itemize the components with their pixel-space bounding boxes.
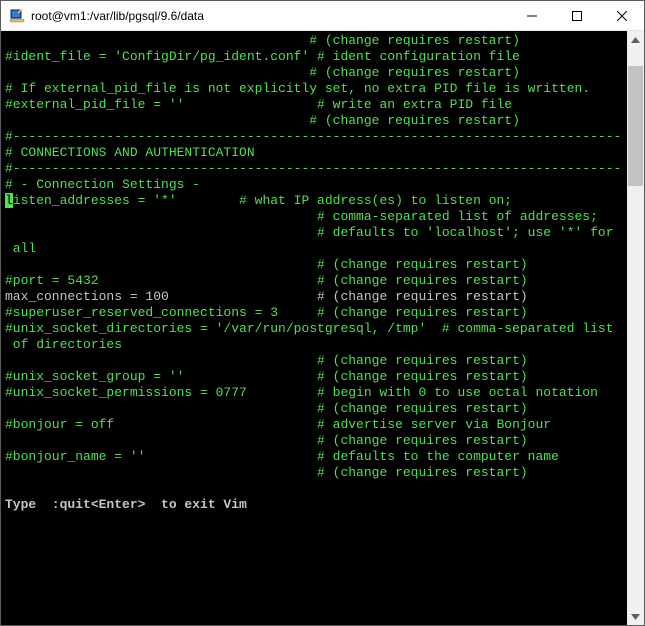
terminal-line: # comma-separated list of addresses; bbox=[5, 209, 625, 225]
terminal-window: root@vm1:/var/lib/pgsql/9.6/data # (chan… bbox=[0, 0, 645, 626]
terminal-line: #ident_file = 'ConfigDir/pg_ident.conf' … bbox=[5, 49, 625, 65]
terminal-line: # (change requires restart) bbox=[5, 465, 625, 481]
terminal-line: #bonjour = off # advertise server via Bo… bbox=[5, 417, 625, 433]
terminal-line: # (change requires restart) bbox=[5, 353, 625, 369]
terminal-line: all bbox=[5, 241, 625, 257]
terminal-content[interactable]: # (change requires restart)#ident_file =… bbox=[1, 31, 627, 625]
terminal-line: # (change requires restart) bbox=[5, 433, 625, 449]
scroll-thumb[interactable] bbox=[628, 66, 643, 186]
terminal-line: # If external_pid_file is not explicitly… bbox=[5, 81, 625, 97]
terminal-line: #unix_socket_directories = '/var/run/pos… bbox=[5, 321, 625, 337]
terminal-line: #external_pid_file = '' # write an extra… bbox=[5, 97, 625, 113]
terminal-line: max_connections = 100 # (change requires… bbox=[5, 289, 625, 305]
terminal-line: # CONNECTIONS AND AUTHENTICATION bbox=[5, 145, 625, 161]
title-bar[interactable]: root@vm1:/var/lib/pgsql/9.6/data bbox=[1, 1, 644, 31]
terminal-line: listen_addresses = '*' # what IP address… bbox=[5, 193, 625, 209]
close-button[interactable] bbox=[599, 1, 644, 30]
scroll-down-button[interactable] bbox=[627, 608, 644, 625]
terminal-line: # (change requires restart) bbox=[5, 113, 625, 129]
terminal-line: #bonjour_name = '' # defaults to the com… bbox=[5, 449, 625, 465]
terminal-line: # (change requires restart) bbox=[5, 257, 625, 273]
minimize-button[interactable] bbox=[509, 1, 554, 30]
terminal-line: # defaults to 'localhost'; use '*' for bbox=[5, 225, 625, 241]
scroll-up-button[interactable] bbox=[627, 31, 644, 48]
terminal-line: #---------------------------------------… bbox=[5, 129, 625, 145]
terminal-line: # - Connection Settings - bbox=[5, 177, 625, 193]
scrollbar[interactable] bbox=[627, 31, 644, 625]
putty-icon bbox=[9, 8, 25, 24]
cursor: l bbox=[5, 193, 13, 208]
terminal-line: #unix_socket_group = '' # (change requir… bbox=[5, 369, 625, 385]
window-title: root@vm1:/var/lib/pgsql/9.6/data bbox=[31, 9, 509, 23]
vim-status-line: Type :quit<Enter> to exit Vim bbox=[5, 497, 625, 513]
terminal-line: #---------------------------------------… bbox=[5, 161, 625, 177]
terminal-line: #unix_socket_permissions = 0777 # begin … bbox=[5, 385, 625, 401]
terminal-area: # (change requires restart)#ident_file =… bbox=[1, 31, 644, 625]
maximize-button[interactable] bbox=[554, 1, 599, 30]
terminal-line: #port = 5432 # (change requires restart) bbox=[5, 273, 625, 289]
terminal-line: # (change requires restart) bbox=[5, 401, 625, 417]
terminal-line: #superuser_reserved_connections = 3 # (c… bbox=[5, 305, 625, 321]
terminal-line: # (change requires restart) bbox=[5, 65, 625, 81]
terminal-line: # (change requires restart) bbox=[5, 33, 625, 49]
terminal-line: of directories bbox=[5, 337, 625, 353]
scroll-track[interactable] bbox=[627, 48, 644, 608]
